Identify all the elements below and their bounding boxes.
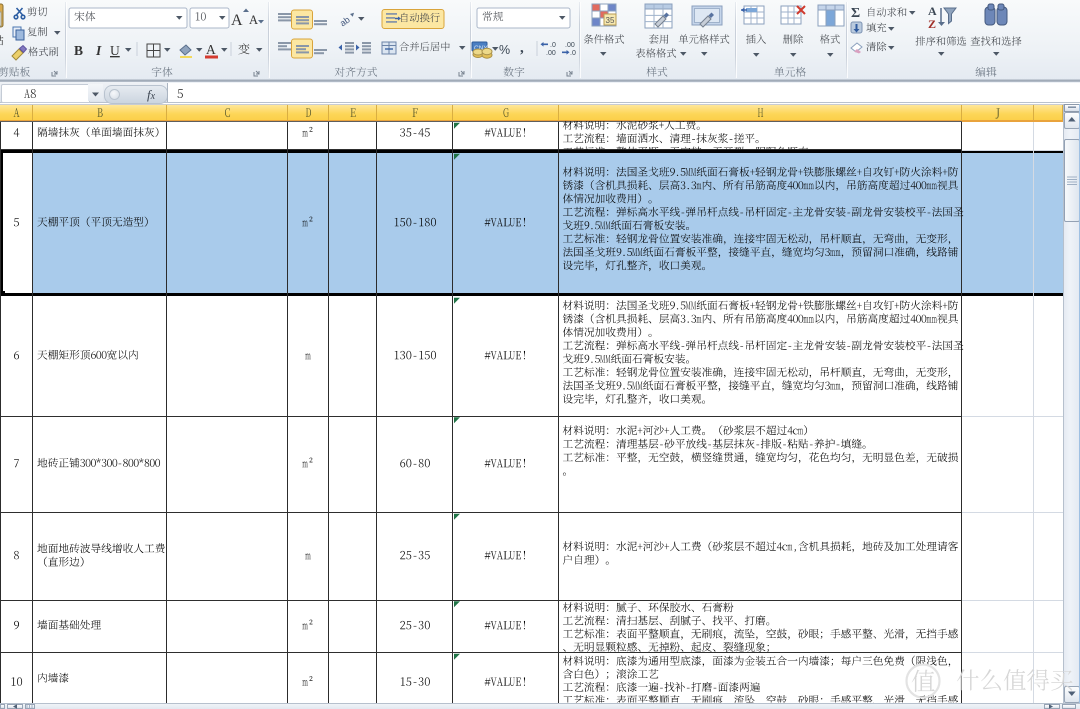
svg-text:.00: .00 <box>546 50 556 57</box>
svg-text:%: % <box>499 43 510 57</box>
svg-text:A: A <box>206 42 216 57</box>
svg-text:A: A <box>928 4 937 18</box>
svg-text:ab: ab <box>338 14 352 28</box>
svg-text:.0: .0 <box>550 42 556 49</box>
svg-text:U: U <box>110 43 120 58</box>
svg-text:Z: Z <box>928 17 936 31</box>
svg-text:.0: .0 <box>570 50 576 57</box>
svg-text:A: A <box>249 13 258 27</box>
svg-text:,: , <box>520 40 524 56</box>
svg-text:35: 35 <box>606 16 615 25</box>
svg-text:.00: .00 <box>565 42 575 49</box>
svg-text:B: B <box>74 43 83 58</box>
svg-text:fx: fx <box>147 87 156 102</box>
svg-text:A: A <box>231 12 243 29</box>
svg-text:Σ: Σ <box>851 6 860 21</box>
svg-text:I: I <box>95 43 102 58</box>
